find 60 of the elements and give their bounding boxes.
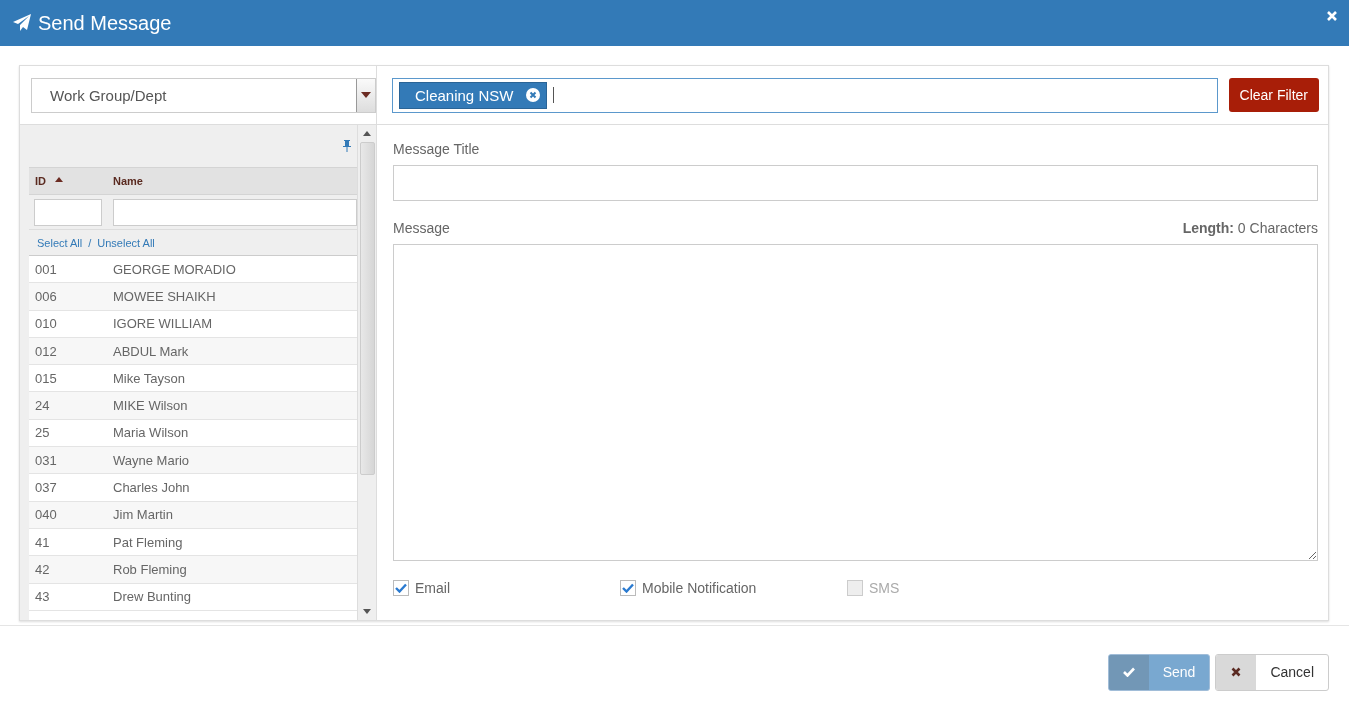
field-label: Message Title <box>393 141 481 157</box>
table-cell-text: MIKE Wilson <box>112 398 189 414</box>
checkbox-label: Email <box>415 580 450 596</box>
column-header[interactable]: Name <box>109 175 357 187</box>
close-icon[interactable] <box>1327 11 1337 21</box>
field-label: Message <box>393 220 450 236</box>
table-cell-text: GEORGE MORADIO <box>112 261 237 277</box>
caret-down-icon[interactable] <box>361 92 371 98</box>
table-cell-text: 010 <box>34 316 58 332</box>
remove-icon[interactable] <box>526 88 541 102</box>
table-cell-text: 25 <box>34 425 51 441</box>
table-cell-text: Wayne Mario <box>112 452 191 468</box>
window-title: Send Message <box>38 11 172 35</box>
table-cell-text: 031 <box>34 452 58 468</box>
checkbox[interactable] <box>620 580 636 596</box>
id-filter-field[interactable] <box>34 198 102 226</box>
paper-plane-icon <box>12 13 32 33</box>
message-title-field[interactable] <box>393 165 1318 201</box>
table-cell-text: 41 <box>34 534 51 550</box>
table-cell-text: ABDUL Mark <box>112 343 190 359</box>
table-cell-text: 42 <box>34 561 51 577</box>
scroll-down-icon[interactable] <box>363 609 371 614</box>
checkbox-label: Mobile Notification <box>642 580 757 596</box>
cancel-button[interactable]: Cancel <box>1215 653 1329 691</box>
table-cell-text: 040 <box>34 507 58 523</box>
table-cell-text: Pat Fleming <box>112 534 184 550</box>
table-cell-text: 037 <box>34 480 58 495</box>
table-cell-text: 015 <box>34 370 58 386</box>
table-cell-text: Rob Fleming <box>112 561 188 577</box>
scrollbar[interactable] <box>357 125 376 620</box>
table-cell-text: IGORE WILLIAM <box>112 316 213 332</box>
table-cell-text: Jim Martin <box>112 507 174 523</box>
name-filter-field[interactable] <box>113 198 357 226</box>
separator: / <box>88 236 92 249</box>
table-cell-text: 012 <box>34 343 58 359</box>
checkbox[interactable] <box>393 580 409 596</box>
table-cell-text: Drew Bunting <box>112 589 193 605</box>
table-cell-text: MOWEE SHAIKH <box>112 288 217 304</box>
group-select[interactable]: Work Group/Dept <box>31 77 376 113</box>
table-cell-text: 43 <box>34 589 51 605</box>
check-icon <box>1122 667 1135 677</box>
unselect-all-link[interactable]: Unselect All <box>97 236 155 249</box>
close-icon <box>1231 667 1242 677</box>
table-cell-text: Maria Wilson <box>112 425 190 441</box>
table-cell-text: 001 <box>34 261 58 277</box>
scroll-up-icon[interactable] <box>363 131 371 136</box>
table-cell-text: Charles John <box>112 480 191 495</box>
table-cell-text: Mike Tayson <box>112 370 186 386</box>
table-cell-text: 006 <box>34 288 58 304</box>
length-counter: Length: 0 Characters <box>1182 220 1318 236</box>
checkbox-label: SMS <box>869 580 900 596</box>
filter-tag[interactable]: Cleaning NSW <box>399 81 548 109</box>
select-all-link[interactable]: Select All <box>37 236 83 249</box>
message-field[interactable] <box>393 244 1318 561</box>
pin-icon[interactable] <box>342 140 352 152</box>
sort-up-icon <box>55 176 63 182</box>
table-cell-text: 24 <box>34 398 51 414</box>
clear-filter-button[interactable]: Clear Filter <box>1228 78 1319 112</box>
column-header[interactable]: ID <box>29 175 109 187</box>
filter-field[interactable]: Cleaning NSW <box>392 77 1218 113</box>
